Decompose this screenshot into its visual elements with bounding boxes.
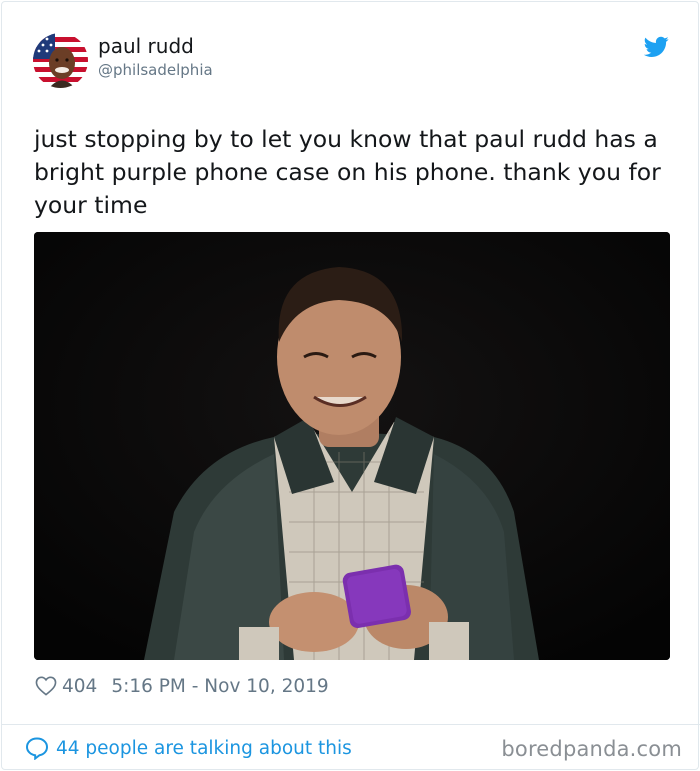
- like-count[interactable]: 404: [62, 676, 97, 697]
- user-handle[interactable]: @philsadelphia: [98, 60, 213, 80]
- display-name[interactable]: paul rudd: [98, 34, 194, 58]
- heart-icon[interactable]: [35, 676, 57, 696]
- speech-bubble-icon: [25, 736, 49, 761]
- tweet-timestamp[interactable]: 5:16 PM - Nov 10, 2019: [111, 676, 328, 697]
- tweet-card: paul rudd @philsadelphia just stopping b…: [1, 1, 700, 770]
- tweet-text: just stopping by to let you know that pa…: [34, 125, 661, 219]
- conversation-link[interactable]: 44 people are talking about this: [25, 735, 352, 761]
- watermark: boredpanda.com: [501, 737, 682, 761]
- twitter-bird-icon[interactable]: [643, 36, 669, 58]
- divider: [2, 724, 700, 725]
- conversation-text: 44 people are talking about this: [56, 737, 352, 759]
- avatar[interactable]: [33, 33, 88, 88]
- tweet-media-image[interactable]: [34, 232, 670, 660]
- tweet-meta: 404 5:16 PM - Nov 10, 2019: [35, 673, 329, 699]
